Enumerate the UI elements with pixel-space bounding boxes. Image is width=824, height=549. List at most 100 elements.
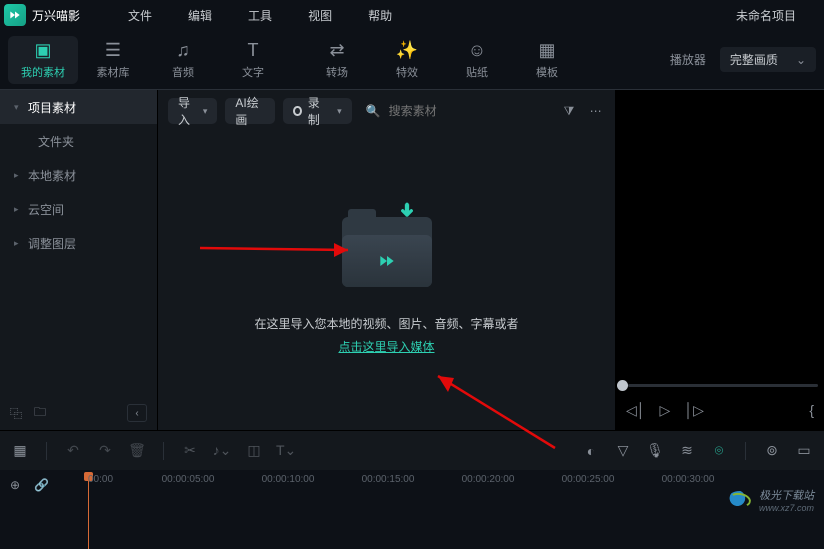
search-field[interactable]: 🔍 <box>360 98 552 124</box>
menu-tools[interactable]: 工具 <box>230 7 290 24</box>
quality-select[interactable]: 完整画质 ⌄ <box>720 47 816 72</box>
tab-audio[interactable]: ♫ 音频 <box>148 36 218 84</box>
menu-help[interactable]: 帮助 <box>350 7 410 24</box>
ruler-label: 00:00:25:00 <box>562 474 615 485</box>
transition-icon: ⇄ <box>329 40 344 62</box>
menu-view[interactable]: 视图 <box>290 7 350 24</box>
sidebar-item-folder[interactable]: 文件夹 <box>0 124 157 158</box>
circle-tool-icon[interactable]: ◐ <box>581 443 601 459</box>
folder-icon[interactable]: 🗀 <box>34 403 46 424</box>
timeline-ruler[interactable]: 00:00 00:00:05:00 00:00:10:00 00:00:15:0… <box>88 470 824 549</box>
delete-icon[interactable]: 🗑 <box>127 442 147 459</box>
search-input[interactable] <box>387 103 546 119</box>
sidebar-item-label: 项目素材 <box>28 99 76 116</box>
player-settings-icon[interactable]: { <box>809 402 814 418</box>
caret-down-icon: ▾ <box>14 102 28 113</box>
more-icon[interactable]: ⋯ <box>586 104 605 118</box>
import-link[interactable]: 点击这里导入媒体 <box>338 338 434 355</box>
tab-label: 音频 <box>172 64 194 80</box>
record-label: 录制 <box>308 94 325 128</box>
menu-edit[interactable]: 编辑 <box>170 7 230 24</box>
record-dropdown[interactable]: 录制 ▾ <box>283 98 351 124</box>
import-label: 导入 <box>178 94 197 128</box>
music-icon: ♫ <box>176 40 190 62</box>
tab-templates[interactable]: ▦ 模板 <box>512 36 582 84</box>
cut-icon[interactable]: ✂ <box>180 442 200 459</box>
caret-right-icon: ▸ <box>14 204 28 215</box>
quality-label: 完整画质 <box>730 51 778 68</box>
next-frame-button[interactable]: │▷ <box>684 402 704 419</box>
add-track-icon[interactable]: ⊕ <box>10 478 20 492</box>
tab-effects[interactable]: ✨ 特效 <box>372 36 442 84</box>
marker-icon[interactable]: ▽ <box>613 442 633 459</box>
link-toggle-icon[interactable]: ⊚ <box>762 442 782 459</box>
filter-icon[interactable]: ⧩ <box>560 104 579 119</box>
tab-stickers[interactable]: ☺ 贴纸 <box>442 36 512 84</box>
tab-label: 特效 <box>396 64 418 80</box>
mixer-icon[interactable]: ≋ <box>677 442 697 459</box>
sidebar-item-cloud[interactable]: ▸ 云空间 <box>0 192 157 226</box>
caret-right-icon: ▸ <box>14 170 28 181</box>
sidebar-item-label: 云空间 <box>28 201 64 218</box>
chevron-down-icon: ⌄ <box>796 53 806 67</box>
menu-file[interactable]: 文件 <box>110 7 170 24</box>
play-button[interactable]: ▷ <box>660 402 671 419</box>
ruler-label: 00:00 <box>88 474 113 485</box>
prev-frame-button[interactable]: ◁│ <box>626 402 646 419</box>
tab-text[interactable]: T 文字 <box>218 36 288 84</box>
sidebar-item-label: 文件夹 <box>38 133 74 150</box>
grid-icon[interactable]: ▦ <box>10 442 30 459</box>
ruler-label: 00:00:15:00 <box>362 474 415 485</box>
player-label: 播放器 <box>670 51 706 68</box>
import-drop-zone[interactable]: 在这里导入您本地的视频、图片、音频、字幕或者 点击这里导入媒体 <box>158 132 615 430</box>
text-tool-icon[interactable]: T⌄ <box>276 442 296 459</box>
text-icon: T <box>248 40 259 62</box>
sidebar-item-project-assets[interactable]: ▾ 项目素材 <box>0 90 157 124</box>
ruler-label: 00:00:10:00 <box>262 474 315 485</box>
tab-label: 文字 <box>242 64 264 80</box>
record-icon <box>293 106 301 116</box>
crop-icon[interactable]: ◫ <box>244 442 264 459</box>
library-icon: ☰ <box>105 40 121 62</box>
chevron-down-icon: ▾ <box>203 106 208 117</box>
sparkle-icon: ✨ <box>396 40 418 62</box>
new-folder-icon[interactable]: ⿻ <box>10 405 22 422</box>
app-logo <box>4 4 26 26</box>
tab-label: 贴纸 <box>466 64 488 80</box>
scrub-knob[interactable] <box>617 380 628 391</box>
tab-label: 素材库 <box>97 64 130 80</box>
player-panel: ◁│ ▷ │▷ { <box>616 90 824 430</box>
tab-label: 我的素材 <box>21 64 65 80</box>
link-icon[interactable]: 🔗 <box>34 478 49 492</box>
redo-icon[interactable]: ↷ <box>95 442 115 459</box>
app-mark-icon <box>377 251 397 271</box>
sidebar-item-adjustment[interactable]: ▸ 调整图层 <box>0 226 157 260</box>
audio-tool-icon[interactable]: ♪⌄ <box>212 442 232 459</box>
tab-label: 模板 <box>536 64 558 80</box>
download-arrow-icon <box>394 201 420 227</box>
sidebar-item-local[interactable]: ▸ 本地素材 <box>0 158 157 192</box>
options-icon[interactable]: ▭ <box>794 442 814 459</box>
sticker-icon: ☺ <box>468 40 486 62</box>
collapse-sidebar-button[interactable]: ‹ <box>127 404 147 422</box>
sidebar-item-label: 本地素材 <box>28 167 76 184</box>
tab-label: 转场 <box>326 64 348 80</box>
chevron-down-icon: ▾ <box>337 106 342 117</box>
caret-right-icon: ▸ <box>14 238 28 249</box>
ai-label: AI绘画 <box>235 94 265 128</box>
search-icon: 🔍 <box>366 104 381 118</box>
tab-library[interactable]: ☰ 素材库 <box>78 36 148 84</box>
app-name: 万兴喵影 <box>32 7 80 24</box>
magnet-icon[interactable]: ⌾ <box>709 442 729 459</box>
tab-transition[interactable]: ⇄ 转场 <box>302 36 372 84</box>
template-icon: ▦ <box>538 40 555 62</box>
ai-draw-button[interactable]: AI绘画 <box>225 98 275 124</box>
tab-my-assets[interactable]: ▣ 我的素材 <box>8 36 78 84</box>
folder-graphic <box>342 217 432 287</box>
mic-icon[interactable]: 🎙 <box>645 442 665 459</box>
undo-icon[interactable]: ↶ <box>63 442 83 459</box>
sidebar-item-label: 调整图层 <box>28 235 76 252</box>
import-dropdown[interactable]: 导入 ▾ <box>168 98 217 124</box>
ruler-label: 00:00:20:00 <box>462 474 515 485</box>
player-scrubber[interactable] <box>622 378 818 392</box>
